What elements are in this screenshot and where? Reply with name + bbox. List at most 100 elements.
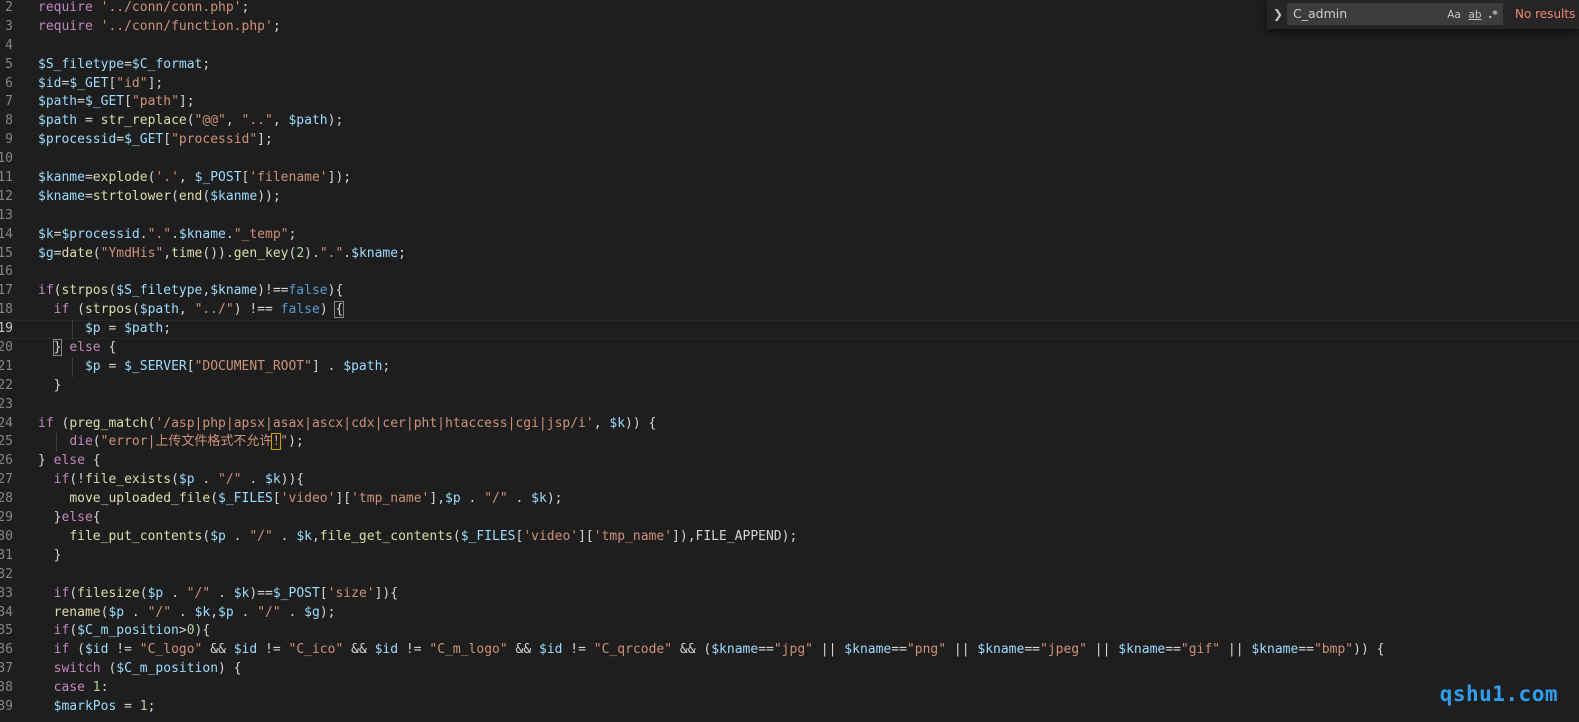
line-code: $path = str_replace("@@", "..", $path); <box>38 112 343 131</box>
code-line[interactable]: 37 switch ($C_m_position) { <box>0 660 1579 679</box>
code-token: if <box>53 623 70 639</box>
code-line[interactable]: 30 file_put_contents ($p . "/" . $k,file_… <box>0 528 1579 547</box>
code-line[interactable]: 36 if ($id != "C_logo" && $id != "C_ico"… <box>0 641 1579 660</box>
code-token: = <box>116 132 125 148</box>
code-line[interactable]: 27 if(!file_exists($p . "/" . $k)){ <box>0 471 1579 490</box>
code-token: , <box>311 528 320 544</box>
code-line[interactable]: 32 <box>0 566 1579 585</box>
code-line[interactable]: 21 $p = $_SERVER["DOCUMENT_ROOT"] . $pat… <box>0 357 1579 377</box>
find-input[interactable]: C_admin Aa ab .* <box>1287 3 1503 25</box>
code-token: $id <box>374 642 399 658</box>
line-number: 22 <box>0 377 13 393</box>
code-token: file_exists <box>84 472 172 488</box>
code-token: . <box>210 585 234 601</box>
code-token: "/" <box>249 528 273 544</box>
code-line[interactable]: 15 $g=date("YmdHis",time()).gen_key(2).".… <box>0 245 1579 264</box>
code-line[interactable]: 10 <box>0 150 1579 169</box>
regex-button[interactable]: .* <box>1486 7 1500 23</box>
code-token: , <box>225 113 242 129</box>
code-token: $path <box>38 94 78 110</box>
code-token: ( <box>171 188 179 204</box>
code-token: $kname <box>178 226 226 242</box>
code-line[interactable]: 28 move_uploaded_file($_FILES['video']['… <box>0 490 1579 509</box>
code-token: $_GET <box>124 132 164 148</box>
line-code: if(!file_exists($p . "/" . $k)){ <box>38 471 304 490</box>
code-line[interactable]: 24 if (preg_match('/asp|php|apsx|asax|asc… <box>0 415 1579 434</box>
line-code: } else { <box>38 452 101 471</box>
code-line[interactable]: 5 $S_filetype=$C_format; <box>0 56 1579 75</box>
line-number: 15 <box>0 245 13 261</box>
line-number: 34 <box>0 604 13 620</box>
code-token: ; <box>147 698 156 714</box>
match-case-button[interactable]: Aa <box>1446 7 1462 23</box>
code-line[interactable]: 4 <box>0 37 1579 56</box>
line-code: $id=$_GET["id"]; <box>38 75 163 94</box>
chevron-right-icon[interactable]: ❯ <box>1271 5 1285 23</box>
code-line[interactable]: 34 rename($p . "/" . $k,$p . "/" . $g); <box>0 604 1579 623</box>
code-line[interactable]: 11 $kanme=explode('.', $_POST['filename']… <box>0 169 1579 188</box>
code-token: { <box>84 453 101 469</box>
line-code: case 1: <box>38 679 109 698</box>
code-token: . <box>460 491 485 507</box>
code-line[interactable]: 19 $p = $path; <box>0 320 1579 340</box>
code-line[interactable]: 9 $processid=$_GET["processid"]; <box>0 131 1579 150</box>
line-code: $p = $_SERVER["DOCUMENT_ROOT"] . $path; <box>38 357 390 377</box>
code-line[interactable]: 29 }else{ <box>0 509 1579 528</box>
code-line[interactable]: 6 $id=$_GET["id"]; <box>0 75 1579 94</box>
code-token: if <box>53 472 70 488</box>
code-line[interactable]: 25 die("error|上传文件格式不允许!"); <box>0 433 1579 453</box>
code-line[interactable]: 16 <box>0 263 1579 282</box>
code-token: )!== <box>257 283 289 299</box>
line-code: require '../conn/conn.php'; <box>38 0 249 18</box>
code-token: ; <box>241 0 250 15</box>
code-line[interactable]: 35 if($C_m_position>0){ <box>0 622 1579 641</box>
code-token: "gif" <box>1180 642 1221 658</box>
code-token: "C_qrcode" <box>593 642 673 658</box>
code-token: "error|上传文件格式不允许 <box>100 434 273 450</box>
line-code: rename($p . "/" . $k,$p . "/" . $g); <box>38 604 336 623</box>
code-token: $p <box>445 491 461 507</box>
code-line[interactable]: 38 case 1: <box>0 679 1579 698</box>
code-token: file_put_contents <box>69 528 203 544</box>
code-line[interactable]: 7 $path=$_GET["path"]; <box>0 93 1579 112</box>
code-token: 2 <box>296 245 305 261</box>
code-token: "../" <box>194 302 234 318</box>
whole-word-button[interactable]: ab <box>1466 7 1484 23</box>
code-line[interactable]: 39 $markPos = 1; <box>0 698 1579 717</box>
code-token: [ <box>319 585 328 601</box>
code-token: $path <box>288 113 328 129</box>
line-code: if(strpos($S_filetype,$kname)!==false){ <box>38 282 343 301</box>
code-editor[interactable]: 2 require '../conn/conn.php'; 3 require '..… <box>0 0 1579 722</box>
code-line[interactable]: 8 $path = str_replace("@@", "..", $path); <box>0 112 1579 131</box>
code-line[interactable]: 18 if (strpos($path, "../") !== false) { <box>0 301 1579 320</box>
code-token: $kname <box>38 188 85 204</box>
code-token: 'tmp_name' <box>593 528 673 544</box>
code-line[interactable]: 13 <box>0 207 1579 226</box>
code-token: $_SERVER <box>124 358 187 374</box>
line-number: 3 <box>5 18 13 34</box>
code-line[interactable]: 20 } else { <box>0 339 1579 358</box>
code-line[interactable]: 26} else { <box>0 452 1579 471</box>
code-token: $path <box>139 302 179 318</box>
code-token: $k <box>38 226 54 242</box>
code-line[interactable]: 17 if(strpos($S_filetype,$kname)!==false)… <box>0 282 1579 301</box>
code-token: $p <box>178 472 195 488</box>
code-token: '/asp|php|apsx|asax|ascx|cdx|cer|pht|hta… <box>155 415 594 431</box>
code-token: if <box>38 283 54 299</box>
code-token: false <box>288 283 328 299</box>
code-line[interactable]: 23 <box>0 396 1579 415</box>
code-token: ); <box>319 604 336 620</box>
code-token: ], <box>429 491 446 507</box>
code-line[interactable]: 14 $k=$processid.".".$kname."_temp"; <box>0 226 1579 245</box>
code-token: ; <box>288 226 297 242</box>
line-code: file_put_contents ($p . "/" . $k,file_get… <box>38 528 797 547</box>
code-token: { <box>334 301 345 319</box>
code-line[interactable]: 12 $kname=strtolower(end($kanme)); <box>0 188 1579 207</box>
code-lines[interactable]: 2 require '../conn/conn.php'; 3 require '..… <box>0 0 1579 717</box>
code-line[interactable]: 33 if(filesize($p . "/" . $k)==$_POST['s… <box>0 585 1579 604</box>
code-line[interactable]: 22 } <box>0 377 1579 396</box>
line-number: 13 <box>0 207 13 223</box>
code-line[interactable]: 31 } <box>0 547 1579 566</box>
